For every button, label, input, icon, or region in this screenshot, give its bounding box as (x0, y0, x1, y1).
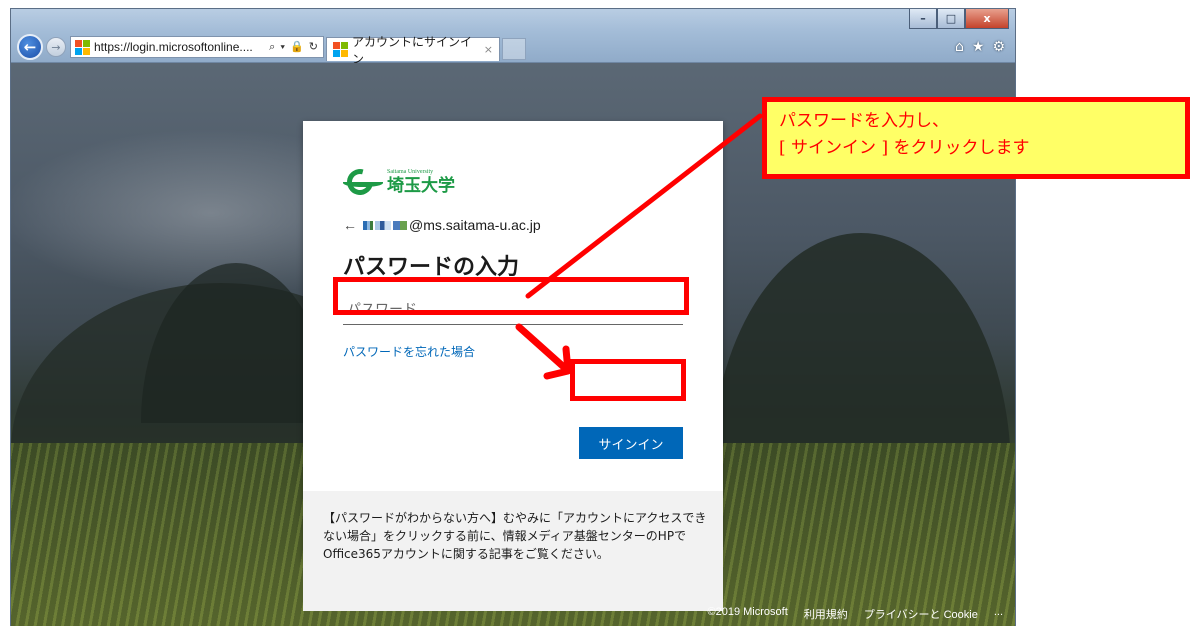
new-tab-button[interactable] (502, 38, 526, 60)
close-window-button[interactable]: x (965, 9, 1009, 29)
microsoft-favicon-icon (75, 39, 90, 55)
university-english-name: Saitama University (387, 168, 434, 175)
back-arrow-icon[interactable]: ← (343, 217, 357, 233)
forward-arrow-icon: → (51, 40, 61, 54)
maximize-button[interactable]: □ (937, 9, 965, 29)
address-bar-icons[interactable]: ⌕ ▾ 🔒 ↻ (269, 40, 319, 54)
tab-close-icon[interactable]: × (484, 43, 493, 56)
instruction-line-1: パスワードを入力し、 (779, 111, 949, 131)
tab-title: アカウントにサインイン (352, 34, 473, 66)
signin-card: Saitama University 埼玉大学 ← @ms.saitama-u.… (303, 121, 723, 611)
tab-signin[interactable]: アカウントにサインイン × (326, 35, 500, 66)
back-arrow-icon: ← (23, 37, 37, 56)
footer-more-button[interactable]: ... (994, 606, 1003, 622)
footer-terms-link[interactable]: 利用規約 (804, 606, 848, 622)
window-controls: – □ x (909, 9, 1009, 29)
account-identity: ← @ms.saitama-u.ac.jp (343, 217, 541, 233)
university-logo: Saitama University 埼玉大学 (342, 164, 455, 200)
signin-notice-panel: 【パスワードがわからない方へ】むやみに「アカウントにアクセスできない場合」をクリ… (303, 491, 723, 611)
signin-notice: 【パスワードがわからない方へ】むやみに「アカウントにアクセスできない場合」をクリ… (323, 511, 707, 561)
gear-icon[interactable]: ⚙ (992, 39, 1005, 55)
footer-copyright: ©2019 Microsoft (707, 606, 788, 618)
redacted-username (393, 220, 407, 230)
home-icon[interactable]: ⌂ (955, 39, 964, 55)
screenshot-stage: – □ x ← → https://login.microsoftonline.… (0, 0, 1192, 626)
background-mountain (711, 233, 1011, 473)
signin-highlight-box (570, 359, 686, 401)
redacted-username (375, 220, 391, 230)
university-logo-icon (342, 164, 385, 200)
forgot-password-link[interactable]: パスワードを忘れた場合 (343, 343, 475, 360)
minimize-button[interactable]: – (909, 9, 937, 29)
navigation-bar: ← → https://login.microsoftonline.... ⌕ … (17, 33, 526, 66)
browser-toolbar: ⌂ ★ ⚙ (955, 39, 1005, 55)
footer-privacy-link[interactable]: プライバシーと Cookie (864, 606, 978, 622)
password-highlight-box (333, 277, 689, 315)
email-domain: @ms.saitama-u.ac.jp (409, 217, 541, 233)
instruction-line-2: [ サインイン ] をクリックします (779, 138, 1030, 158)
browser-chrome: – □ x ← → https://login.microsoftonline.… (11, 9, 1015, 66)
address-bar[interactable]: https://login.microsoftonline.... ⌕ ▾ 🔒 … (70, 36, 324, 58)
page-footer: ©2019 Microsoft 利用規約 プライバシーと Cookie ... (708, 606, 1004, 622)
redacted-username (363, 220, 373, 230)
forward-button[interactable]: → (46, 37, 66, 57)
instruction-callout: パスワードを入力し、 [ サインイン ] をクリックします (762, 97, 1190, 179)
address-url: https://login.microsoftonline.... (94, 40, 253, 54)
back-button[interactable]: ← (17, 34, 43, 60)
signin-button[interactable]: サインイン (579, 427, 683, 459)
university-name: 埼玉大学 (387, 175, 455, 196)
microsoft-favicon-icon (333, 42, 348, 57)
star-icon[interactable]: ★ (972, 39, 985, 55)
